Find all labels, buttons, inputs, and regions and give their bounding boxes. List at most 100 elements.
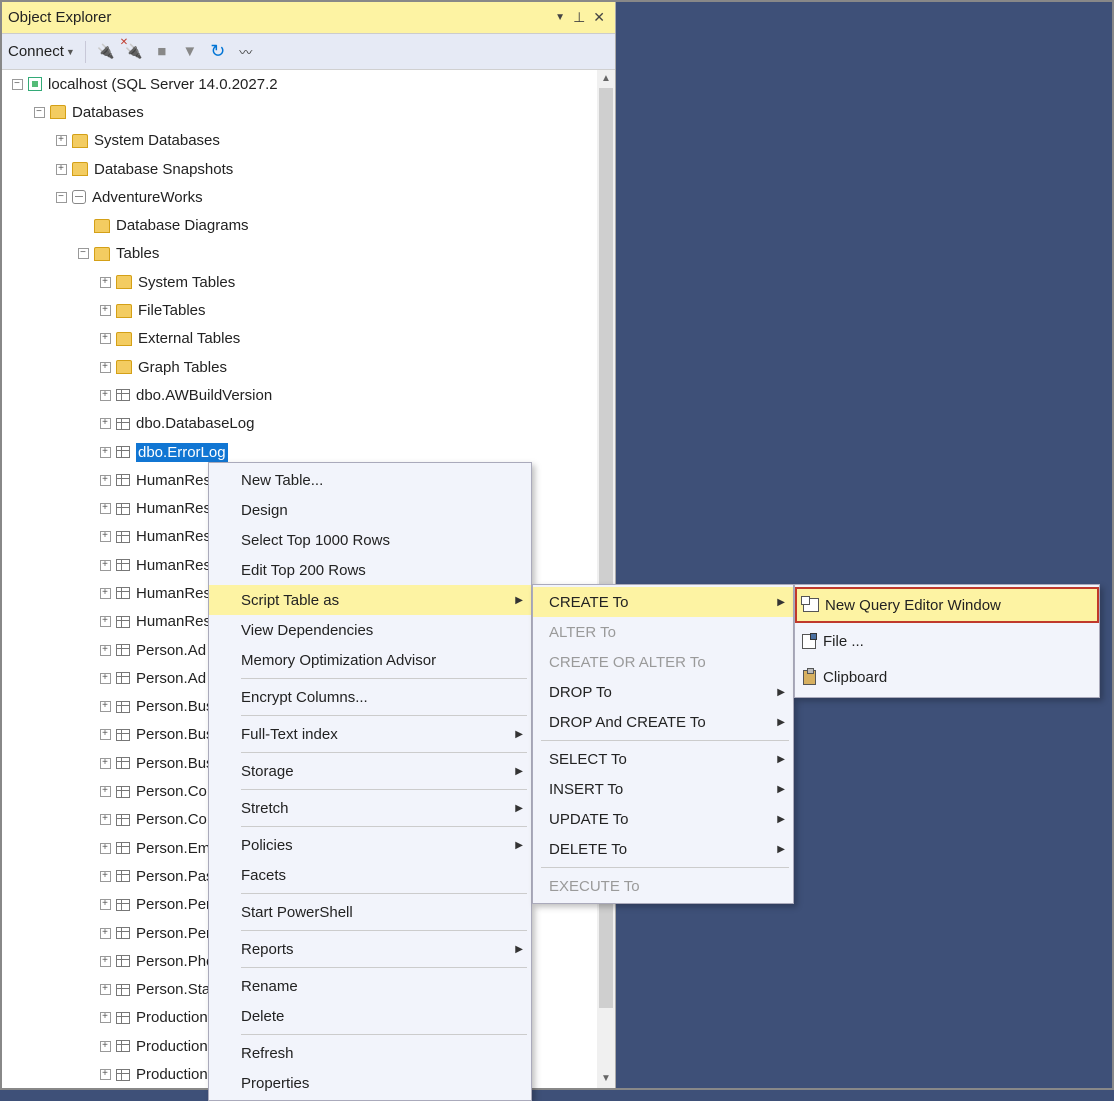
database-icon <box>72 190 86 204</box>
submenu-arrow-icon: ▶ <box>777 754 785 765</box>
menu-item[interactable]: Stretch▶ <box>209 793 531 823</box>
menu-label: CREATE To <box>549 594 783 611</box>
table-node[interactable]: +dbo.DatabaseLog <box>2 410 615 438</box>
menu-item[interactable]: Design <box>209 495 531 525</box>
menu-item[interactable]: Facets <box>209 860 531 890</box>
activity-icon[interactable]: 〰 <box>236 42 256 61</box>
menu-label: UPDATE To <box>549 811 783 828</box>
menu-item[interactable]: New Table... <box>209 465 531 495</box>
table-icon <box>116 559 130 571</box>
diagrams-node[interactable]: Database Diagrams <box>2 211 615 239</box>
menu-item[interactable]: View Dependencies <box>209 615 531 645</box>
submenu-arrow-icon: ▶ <box>515 840 523 851</box>
menu-item[interactable]: Refresh <box>209 1038 531 1068</box>
folder-icon <box>116 332 132 346</box>
menu-label: Edit Top 200 Rows <box>241 562 521 579</box>
table-icon <box>116 587 130 599</box>
menu-label: Facets <box>241 867 521 884</box>
menu-item[interactable]: DELETE To▶ <box>533 834 793 864</box>
graph-tables-node[interactable]: +Graph Tables <box>2 353 615 381</box>
menu-item[interactable]: UPDATE To▶ <box>533 804 793 834</box>
external-tables-node[interactable]: +External Tables <box>2 325 615 353</box>
submenu-script-table-as: CREATE To▶ALTER ToCREATE OR ALTER ToDROP… <box>532 584 794 904</box>
submenu-arrow-icon: ▶ <box>777 717 785 728</box>
menu-item[interactable]: Rename <box>209 971 531 1001</box>
folder-icon <box>94 219 110 233</box>
menu-item[interactable]: Encrypt Columns... <box>209 682 531 712</box>
menu-icon-cell <box>795 634 823 649</box>
menu-item[interactable]: Script Table as▶ <box>209 585 531 615</box>
panel-dropdown-icon[interactable]: ▼ <box>551 12 569 23</box>
table-icon <box>116 1040 130 1052</box>
close-icon[interactable]: ✕ <box>589 9 609 26</box>
menu-item[interactable]: SELECT To▶ <box>533 744 793 774</box>
menu-item[interactable]: INSERT To▶ <box>533 774 793 804</box>
scroll-up-icon[interactable]: ▲ <box>597 70 615 88</box>
menu-item[interactable]: Delete <box>209 1001 531 1031</box>
tree-label: Person.Bus <box>136 726 214 743</box>
tables-node[interactable]: −Tables <box>2 240 615 268</box>
tree-label: HumanRes <box>136 557 211 574</box>
system-databases-node[interactable]: +System Databases <box>2 127 615 155</box>
refresh-icon[interactable]: ↻ <box>208 41 228 62</box>
menu-item[interactable]: Start PowerShell <box>209 897 531 927</box>
menu-label: INSERT To <box>549 781 783 798</box>
tree-label: Person.Em <box>136 840 210 857</box>
connect-button[interactable]: Connect ▼ <box>8 43 75 60</box>
menu-divider <box>241 715 527 716</box>
server-icon <box>28 77 42 91</box>
table-icon <box>116 814 130 826</box>
table-icon <box>116 1012 130 1024</box>
menu-item[interactable]: Clipboard <box>795 659 1099 695</box>
disconnect-icon[interactable]: 🔌 <box>124 43 144 60</box>
snapshots-node[interactable]: +Database Snapshots <box>2 155 615 183</box>
menu-item[interactable]: Storage▶ <box>209 756 531 786</box>
menu-item[interactable]: Edit Top 200 Rows <box>209 555 531 585</box>
menu-label: Properties <box>241 1075 521 1092</box>
tree-label: Person.Pas <box>136 868 214 885</box>
menu-label: Script Table as <box>241 592 521 609</box>
table-node[interactable]: +dbo.AWBuildVersion <box>2 381 615 409</box>
scrollbar[interactable]: ▲ ▼ <box>597 70 615 1088</box>
menu-item[interactable]: DROP To▶ <box>533 677 793 707</box>
scroll-down-icon[interactable]: ▼ <box>597 1070 615 1088</box>
adventureworks-node[interactable]: −AdventureWorks <box>2 183 615 211</box>
filter-icon[interactable]: ▼ <box>180 43 200 60</box>
menu-item[interactable]: CREATE To▶ <box>533 587 793 617</box>
menu-label: Clipboard <box>823 669 1089 686</box>
connect-icon[interactable]: 🔌 <box>96 43 116 60</box>
table-icon <box>116 786 130 798</box>
tree-label: HumanRes <box>136 500 211 517</box>
tree-label: dbo.ErrorLog <box>136 443 228 462</box>
menu-item[interactable]: Reports▶ <box>209 934 531 964</box>
filetables-node[interactable]: +FileTables <box>2 296 615 324</box>
table-icon <box>116 1069 130 1081</box>
folder-icon <box>116 360 132 374</box>
tree-label: HumanRes <box>136 472 211 489</box>
table-icon <box>116 503 130 515</box>
menu-item[interactable]: New Query Editor Window <box>795 587 1099 623</box>
menu-item[interactable]: DROP And CREATE To▶ <box>533 707 793 737</box>
tree-label: AdventureWorks <box>92 189 203 206</box>
menu-divider <box>241 826 527 827</box>
menu-item[interactable]: Properties <box>209 1068 531 1098</box>
menu-label: File ... <box>823 633 1089 650</box>
menu-divider <box>241 752 527 753</box>
connect-label: Connect <box>8 43 64 60</box>
server-node[interactable]: −localhost (SQL Server 14.0.2027.2 <box>2 70 615 98</box>
menu-item[interactable]: File ... <box>795 623 1099 659</box>
pin-icon[interactable]: ⊥ <box>569 9 589 26</box>
menu-item[interactable]: Full-Text index▶ <box>209 719 531 749</box>
system-tables-node[interactable]: +System Tables <box>2 268 615 296</box>
menu-item[interactable]: Memory Optimization Advisor <box>209 645 531 675</box>
menu-label: Start PowerShell <box>241 904 521 921</box>
databases-node[interactable]: −Databases <box>2 98 615 126</box>
menu-label: Refresh <box>241 1045 521 1062</box>
panel-titlebar: Object Explorer ▼ ⊥ ✕ <box>2 2 615 34</box>
tree-label: HumanRes <box>136 613 211 630</box>
table-icon <box>116 899 130 911</box>
menu-icon-cell <box>795 670 823 685</box>
tree-label: Tables <box>116 245 159 262</box>
menu-item[interactable]: Select Top 1000 Rows <box>209 525 531 555</box>
menu-item[interactable]: Policies▶ <box>209 830 531 860</box>
